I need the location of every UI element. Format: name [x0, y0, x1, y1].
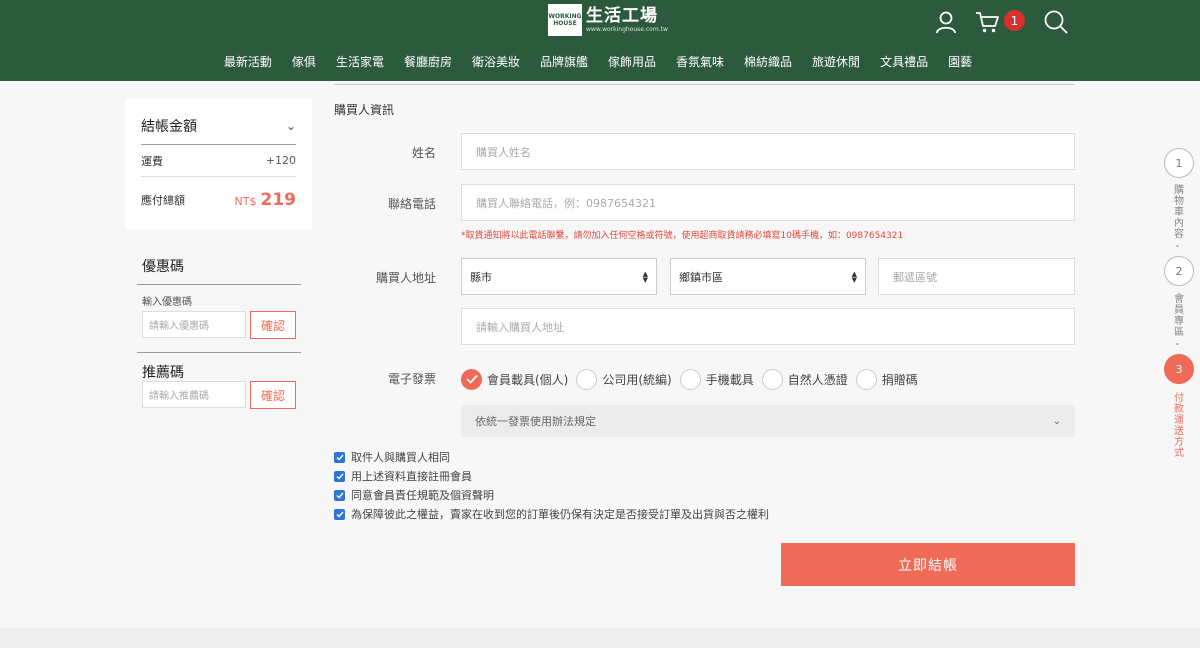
select-arrows-icon: ▲ ▼ — [642, 269, 648, 284]
nav-item-travel[interactable]: 旅遊休閒 — [802, 52, 870, 72]
phone-input[interactable]: 購買人聯絡電話，例：0987654321 — [461, 184, 1075, 221]
summary-header[interactable]: 結帳金額 ⌄ — [141, 99, 296, 145]
divider — [137, 352, 301, 353]
phone-hint: *取貨通知將以此電話聯繫，請勿加入任何空格或符號，使用超商取貨請務必填寫10碼手… — [461, 231, 904, 241]
nav-item-kitchen[interactable]: 餐廳廚房 — [394, 52, 462, 72]
total-row: 應付總額 NT$ 219 — [141, 177, 296, 223]
section-title: 購買人資訊 — [334, 103, 395, 117]
step-2-number[interactable]: 2 — [1164, 256, 1194, 286]
logo-mark: WORKING HOUSE — [548, 4, 582, 36]
radio-circle — [679, 368, 701, 390]
chevron-down-icon: ⌄ — [1174, 240, 1181, 249]
address-label: 購買人地址 — [375, 271, 436, 285]
step-3-number[interactable]: 3 — [1164, 354, 1194, 384]
invoice-option-member[interactable]: 會員載具(個人) — [461, 368, 568, 390]
summary-title: 結帳金額 — [141, 118, 197, 135]
check-icon — [461, 368, 482, 390]
user-icon[interactable] — [933, 9, 959, 35]
checkbox-register-member[interactable]: 用上述資料直接註冊會員 — [334, 468, 472, 484]
logo-url: www.workinghouse.com.tw — [586, 26, 668, 33]
coupon-input[interactable]: 請輸入優惠碼 — [142, 311, 246, 338]
total-label: 應付總額 — [141, 194, 185, 207]
name-input[interactable]: 購買人姓名 — [461, 133, 1075, 170]
referral-title: 推薦碼 — [142, 365, 184, 381]
checkbox-checked-icon — [334, 451, 345, 463]
checkbox-agree-terms[interactable]: 同意會員責任規範及個資聲明 — [334, 487, 494, 503]
checkbox-same-recipient[interactable]: 取件人與購買人相同 — [334, 449, 450, 465]
invoice-option-donate[interactable]: 捐贈碼 — [855, 368, 918, 390]
invoice-option-company[interactable]: 公司用(統編) — [576, 368, 672, 390]
nav-item-garden[interactable]: 園藝 — [938, 52, 982, 72]
checkout-summary: 結帳金額 ⌄ 運費 +120 應付總額 NT$ 219 — [125, 99, 312, 229]
cart-count-badge: 1 — [1004, 10, 1025, 31]
nav-item-stationery[interactable]: 文具禮品 — [870, 52, 938, 72]
checkbox-seller-rights[interactable]: 為保障彼此之權益，賣家在收到您的訂單後仍保有決定是否接受訂單及出貨與否之權利 — [334, 506, 769, 522]
coupon-title: 優惠碼 — [142, 259, 184, 275]
checkbox-checked-icon — [334, 508, 345, 520]
footer — [0, 628, 1200, 648]
shipping-label: 運費 — [141, 154, 163, 168]
invoice-option-mobile[interactable]: 手機載具 — [679, 368, 754, 390]
radio-circle — [576, 368, 598, 390]
step-3-label[interactable]: 付款運送方式 — [1174, 393, 1185, 459]
logo-name: 生活工場 — [586, 6, 658, 26]
divider — [334, 84, 1075, 85]
checkbox-checked-icon — [334, 489, 345, 501]
phone-label: 聯絡電話 — [387, 197, 436, 211]
nav-item-decor[interactable]: 傢飾用品 — [598, 52, 666, 72]
shipping-row: 運費 +120 — [141, 145, 296, 177]
district-select[interactable]: 鄉鎮市區 ▲ ▼ — [670, 258, 866, 295]
city-select[interactable]: 縣市 ▲ ▼ — [461, 258, 657, 295]
invoice-rule-select[interactable]: 依統一發票使用辦法規定 ⌄ — [461, 405, 1075, 437]
invoice-options: 會員載具(個人) 公司用(統編) 手機載具 自然人憑證 捐贈碼 — [461, 368, 926, 390]
select-arrows-icon: ▲ ▼ — [851, 269, 857, 284]
cart-icon[interactable] — [974, 9, 1000, 35]
nav-item-appliances[interactable]: 生活家電 — [326, 52, 394, 72]
main-nav: 最新活動 傢俱 生活家電 餐廳廚房 衛浴美妝 品牌旗艦 傢飾用品 香氛氣味 棉紡… — [0, 52, 1200, 72]
invoice-label: 電子發票 — [387, 372, 436, 386]
nav-item-furniture[interactable]: 傢俱 — [282, 52, 326, 72]
site-logo[interactable]: WORKING HOUSE 生活工場 www.workinghouse.com.… — [548, 4, 668, 36]
coupon-input-label: 輸入優惠碼 — [142, 297, 192, 308]
nav-item-fragrance[interactable]: 香氛氣味 — [666, 52, 734, 72]
shipping-value: +120 — [265, 154, 296, 167]
step-1-label[interactable]: 購物車內容 — [1174, 185, 1185, 240]
chevron-down-icon: ⌄ — [1052, 415, 1061, 427]
nav-item-brands[interactable]: 品牌旗艦 — [530, 52, 598, 72]
checkbox-checked-icon — [334, 470, 345, 482]
chevron-down-icon[interactable]: ⌄ — [286, 119, 296, 133]
nav-item-textiles[interactable]: 棉紡織品 — [734, 52, 802, 72]
total-amount: NT$ 219 — [234, 190, 296, 210]
divider — [137, 284, 301, 285]
search-icon[interactable] — [1043, 9, 1069, 35]
coupon-confirm-button[interactable]: 確認 — [250, 311, 296, 339]
invoice-option-citizen[interactable]: 自然人憑證 — [761, 368, 848, 390]
name-label: 姓名 — [411, 146, 436, 160]
site-header: WORKING HOUSE 生活工場 www.workinghouse.com.… — [0, 0, 1200, 81]
zip-input[interactable]: 郵遞區號 — [878, 258, 1075, 295]
radio-circle — [761, 368, 783, 390]
step-1-number[interactable]: 1 — [1164, 148, 1194, 178]
step-2-label[interactable]: 會員專區 — [1174, 294, 1185, 338]
radio-circle — [855, 368, 877, 390]
referral-input[interactable]: 請輸入推薦碼 — [142, 381, 246, 408]
address-input[interactable]: 請輸入購買人地址 — [461, 308, 1075, 345]
nav-item-latest[interactable]: 最新活動 — [214, 52, 282, 72]
referral-confirm-button[interactable]: 確認 — [250, 381, 296, 409]
checkout-button[interactable]: 立即結帳 — [781, 543, 1075, 586]
nav-item-bath[interactable]: 衛浴美妝 — [462, 52, 530, 72]
chevron-down-icon: ⌄ — [1174, 338, 1181, 347]
